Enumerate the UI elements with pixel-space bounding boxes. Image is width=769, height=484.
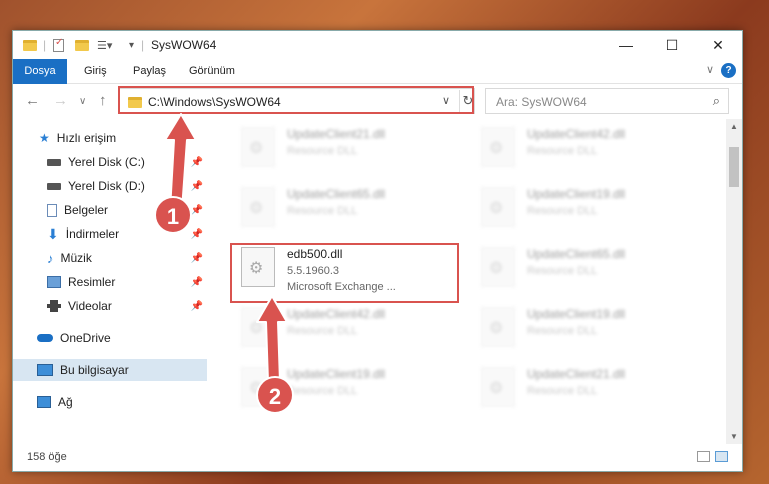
file-item[interactable]: UpdateClient65.dll Resource DLL bbox=[477, 243, 707, 299]
dll-file-icon bbox=[481, 127, 515, 167]
video-icon bbox=[47, 300, 61, 312]
sidebar-item-videos[interactable]: Videolar 📌 bbox=[13, 295, 207, 317]
pin-icon[interactable]: 📌 bbox=[191, 277, 203, 288]
scroll-down-icon[interactable]: ▼ bbox=[730, 432, 738, 441]
window-title: SysWOW64 bbox=[151, 38, 217, 52]
minimize-button[interactable]: — bbox=[603, 31, 649, 59]
close-button[interactable]: ✕ bbox=[695, 31, 741, 59]
back-arrow-icon[interactable]: ← bbox=[25, 92, 40, 109]
pin-icon[interactable]: 📌 bbox=[191, 301, 203, 312]
sidebar-item-onedrive[interactable]: OneDrive bbox=[13, 327, 207, 349]
recent-locations-icon[interactable]: ∨ bbox=[79, 96, 86, 107]
properties-icon[interactable]: ✓ bbox=[53, 37, 64, 53]
sidebar-item-pictures[interactable]: Resimler 📌 bbox=[13, 271, 207, 293]
pictures-icon bbox=[47, 276, 61, 288]
documents-icon bbox=[47, 203, 57, 217]
customize-toolbar-icon[interactable]: ☰▾ bbox=[97, 37, 112, 53]
step-badge-2: 2 bbox=[256, 376, 294, 414]
sidebar-item-this-pc[interactable]: Bu bilgisayar bbox=[13, 359, 207, 381]
file-item[interactable]: UpdateClient65.dll Resource DLL bbox=[237, 183, 467, 239]
collapse-ribbon-icon[interactable]: ∨ bbox=[706, 63, 714, 76]
status-bar: 158 öğe bbox=[13, 445, 742, 471]
folder-icon bbox=[23, 39, 37, 51]
help-icon[interactable]: ? bbox=[721, 63, 736, 78]
dll-file-icon bbox=[481, 307, 515, 347]
forward-arrow-icon[interactable]: → bbox=[53, 92, 68, 109]
maximize-button[interactable]: ☐ bbox=[649, 31, 695, 59]
quick-access-dropdown-icon[interactable]: ▾ bbox=[129, 37, 134, 53]
search-input[interactable]: Ara: SysWOW64 bbox=[496, 95, 587, 109]
tab-view[interactable]: Görünüm bbox=[180, 59, 244, 83]
file-item[interactable]: UpdateClient19.dll Resource DLL bbox=[477, 303, 707, 359]
drive-icon bbox=[47, 158, 61, 166]
music-icon: ♪ bbox=[47, 250, 54, 266]
scrollbar-thumb[interactable] bbox=[729, 147, 739, 187]
step-badge-1: 1 bbox=[154, 196, 192, 234]
computer-icon bbox=[37, 364, 53, 376]
sidebar-item-music[interactable]: ♪ Müzik 📌 bbox=[13, 247, 207, 269]
pin-icon[interactable]: 📌 bbox=[191, 229, 203, 240]
dll-file-icon bbox=[481, 187, 515, 227]
file-item[interactable]: UpdateClient21.dll Resource DLL bbox=[477, 363, 707, 419]
cloud-icon bbox=[37, 334, 53, 342]
up-arrow-icon[interactable]: ↑ bbox=[99, 92, 107, 109]
search-box[interactable]: Ara: SysWOW64 ⌕ bbox=[485, 88, 729, 114]
drive-icon bbox=[47, 182, 61, 190]
item-count: 158 öğe bbox=[27, 451, 67, 463]
network-icon bbox=[37, 396, 51, 408]
download-icon: ⬇ bbox=[47, 225, 59, 242]
tab-share[interactable]: Paylaş bbox=[124, 59, 175, 83]
file-item[interactable]: UpdateClient19.dll Resource DLL bbox=[477, 183, 707, 239]
large-icons-view-icon[interactable] bbox=[715, 451, 728, 462]
dll-file-icon bbox=[241, 187, 275, 227]
tab-home[interactable]: Giriş bbox=[75, 59, 116, 83]
ribbon-tabs: Dosya Giriş Paylaş Görünüm ∨ ? bbox=[13, 59, 742, 115]
new-folder-icon[interactable] bbox=[75, 39, 89, 51]
star-icon: ★ bbox=[39, 131, 50, 145]
file-item[interactable]: UpdateClient21.dll Resource DLL bbox=[237, 123, 467, 179]
scroll-up-icon[interactable]: ▲ bbox=[730, 122, 738, 131]
dll-file-icon bbox=[481, 367, 515, 407]
file-item[interactable]: UpdateClient42.dll Resource DLL bbox=[477, 123, 707, 179]
dll-file-icon bbox=[241, 127, 275, 167]
title-bar: | ✓ ☰▾ ▾ | SysWOW64 — ☐ ✕ bbox=[13, 31, 742, 59]
sidebar-item-network[interactable]: Ağ bbox=[13, 391, 207, 413]
details-view-icon[interactable] bbox=[697, 451, 710, 462]
pin-icon[interactable]: 📌 bbox=[191, 253, 203, 264]
search-icon[interactable]: ⌕ bbox=[713, 93, 720, 109]
dll-file-icon bbox=[481, 247, 515, 287]
vertical-scrollbar[interactable]: ▲ ▼ bbox=[726, 119, 742, 444]
